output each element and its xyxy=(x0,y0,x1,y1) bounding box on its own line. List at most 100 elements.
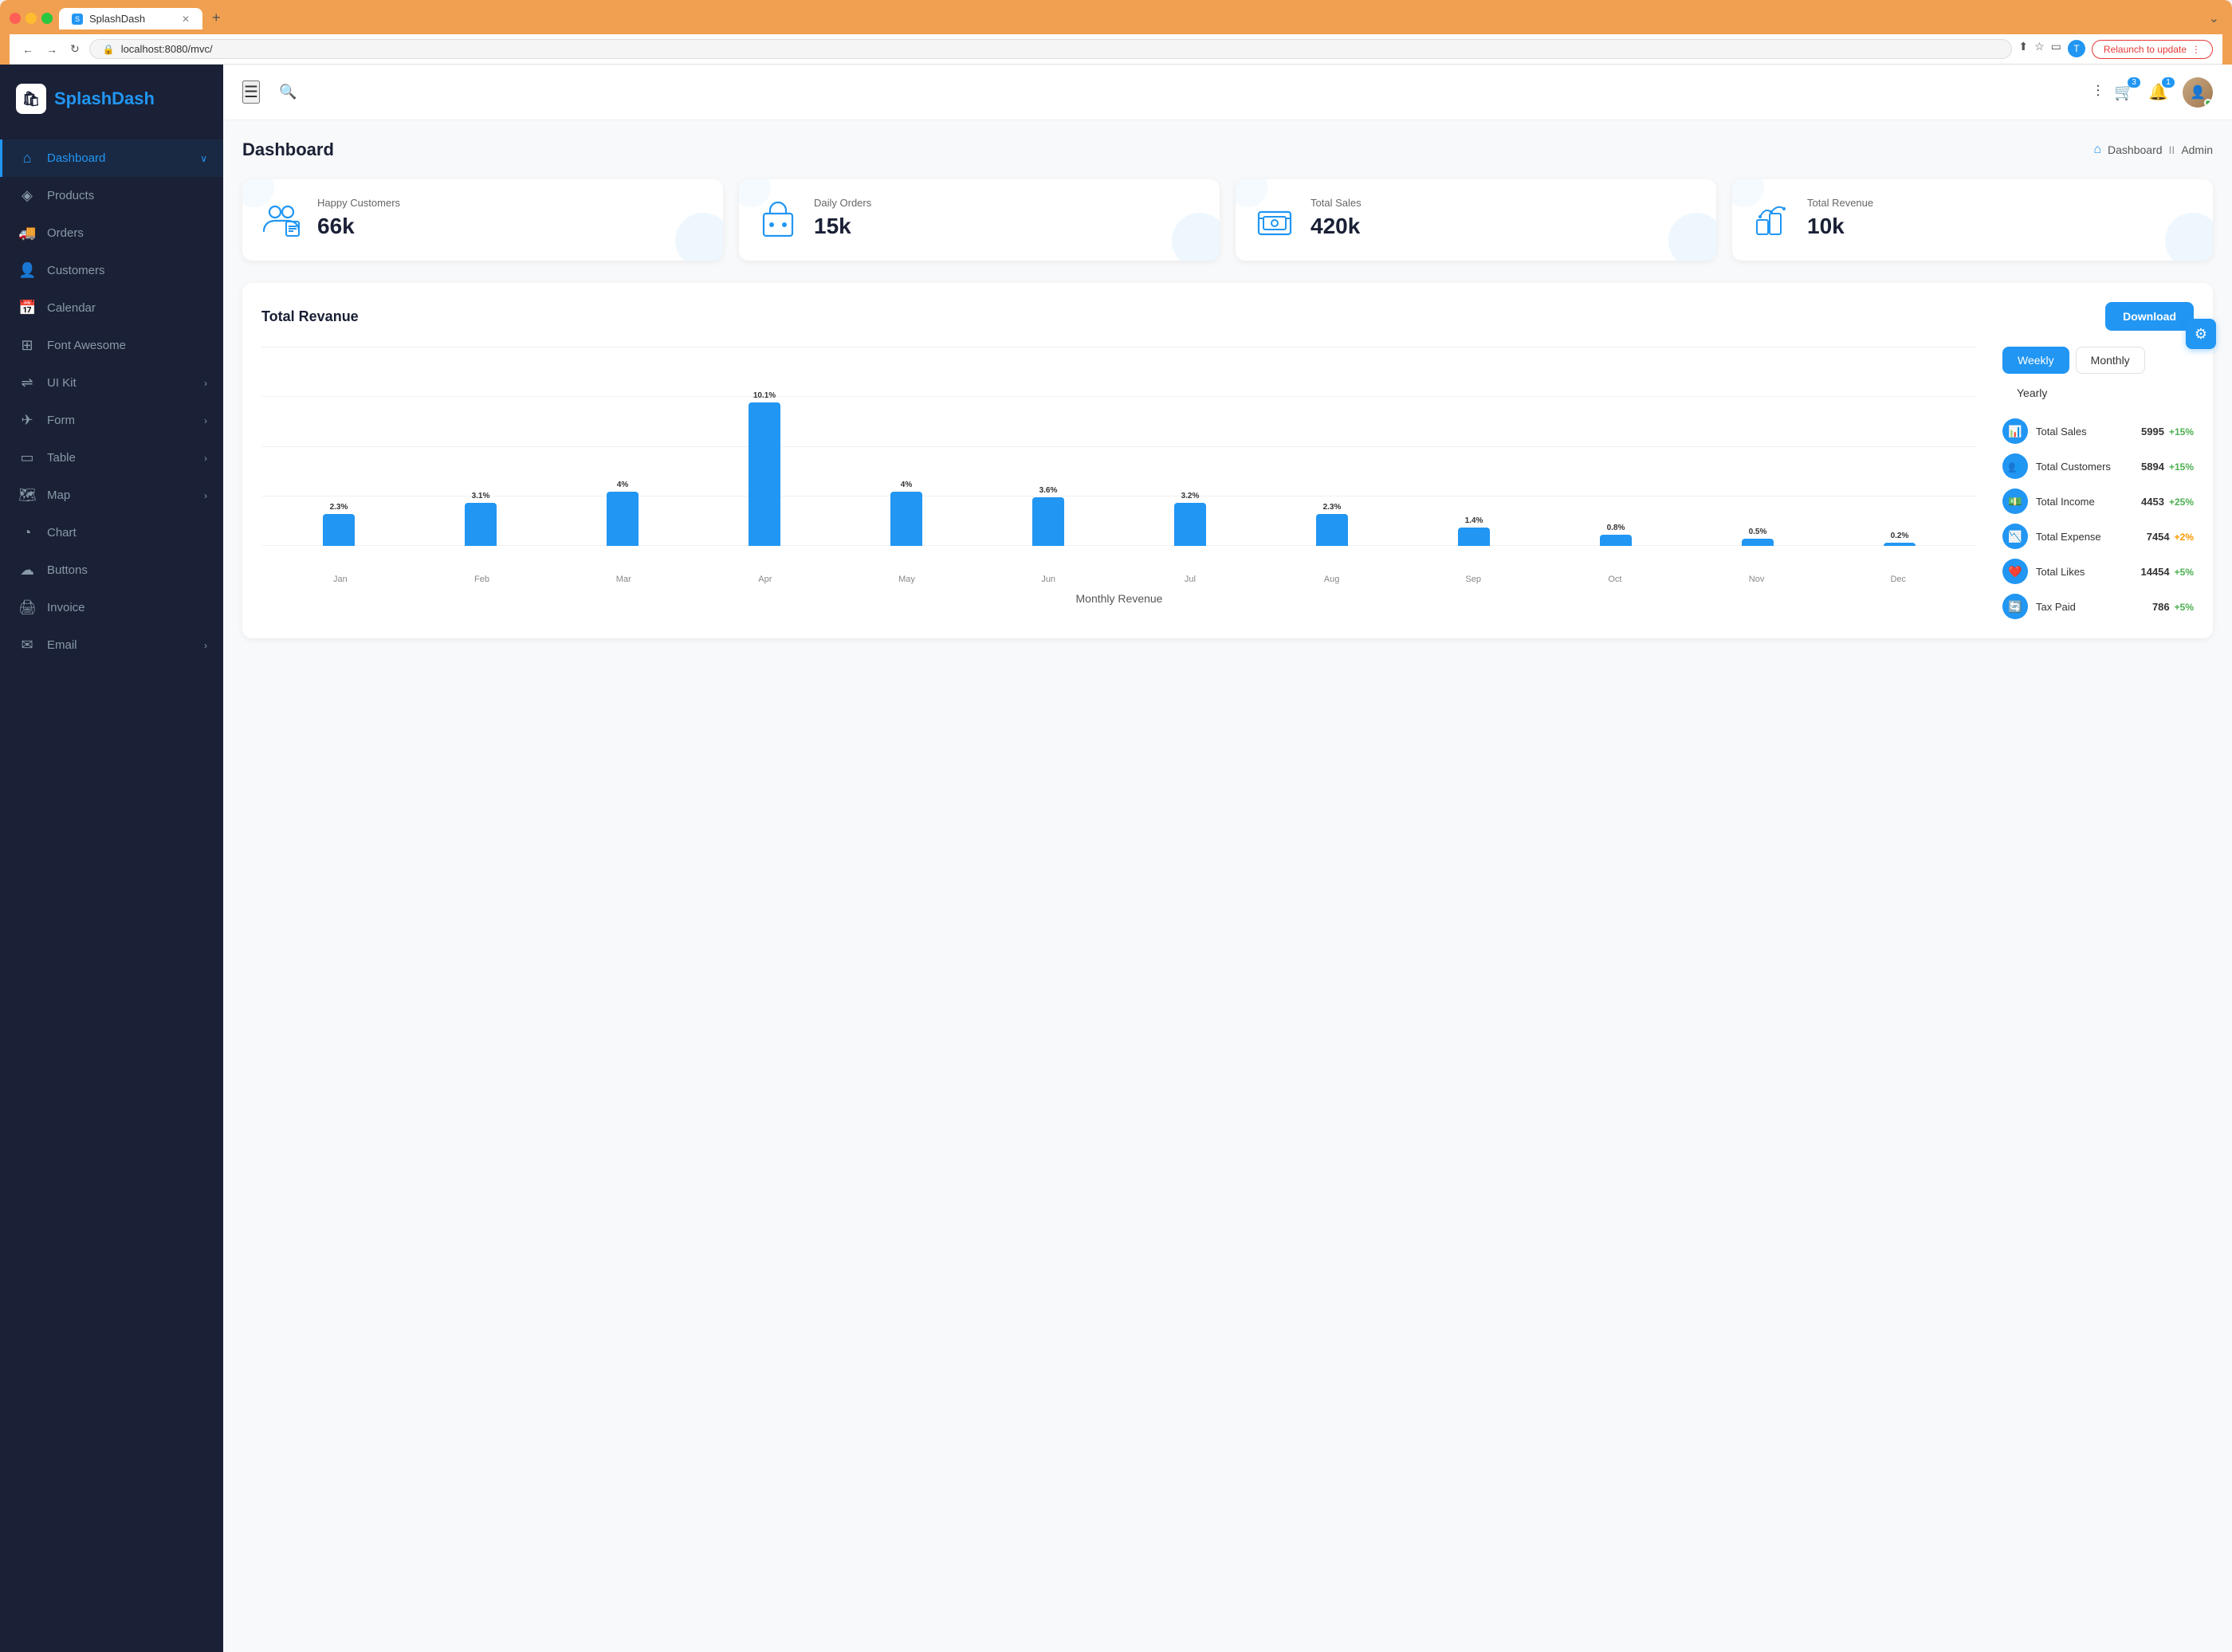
bar[interactable] xyxy=(1458,528,1490,546)
notification-button[interactable]: 🔔 1 xyxy=(2148,82,2168,102)
tax-paid-icon: 🔄 xyxy=(2002,594,2028,619)
url-input[interactable]: 🔒 localhost:8080/mvc/ xyxy=(89,39,2013,59)
total-income-icon: 💵 xyxy=(2002,489,2028,514)
sidebar-toggle-icon[interactable]: ▭ xyxy=(2051,40,2061,59)
bar-group: 4% xyxy=(837,347,976,546)
bar-group: 0.2% xyxy=(1830,347,1969,546)
month-label: Jun xyxy=(977,575,1119,584)
download-button[interactable]: Download xyxy=(2105,302,2194,331)
total-sales-icon: 📊 xyxy=(2002,418,2028,444)
total-sales-change: +15% xyxy=(2169,426,2194,438)
relaunch-to-update-button[interactable]: Relaunch to update ⋮ xyxy=(2092,40,2213,59)
sidebar-item-label: Font Awesome xyxy=(47,339,126,352)
chevron-right-icon: › xyxy=(204,640,207,651)
share-icon[interactable]: ⬆ xyxy=(2018,40,2028,59)
sidebar-nav: ⌂ Dashboard ∨ ◈ Products 🚚 Orders 👤 Cust… xyxy=(0,133,223,1652)
sidebar-item-font-awesome[interactable]: ⊞ Font Awesome xyxy=(0,327,223,364)
sidebar-item-label: Invoice xyxy=(47,601,85,614)
avatar[interactable]: 👤 xyxy=(2183,77,2213,108)
happy-customers-value: 66k xyxy=(317,214,707,239)
tab-yearly[interactable]: Yearly xyxy=(2002,380,2061,406)
chevron-down-icon[interactable]: ⌄ xyxy=(2206,7,2222,29)
notification-badge: 1 xyxy=(2162,77,2175,88)
close-window-button[interactable] xyxy=(10,13,21,24)
stat-card-daily-orders: Daily Orders 15k xyxy=(739,179,1220,261)
cart-button[interactable]: 🛒 3 xyxy=(2114,82,2134,102)
stat-list-item: 💵Total Income4453+25% xyxy=(2002,489,2194,514)
stat-list-item: 📉Total Expense7454+2% xyxy=(2002,524,2194,549)
daily-orders-info: Daily Orders 15k xyxy=(814,197,1204,239)
tab-monthly[interactable]: Monthly xyxy=(2076,347,2145,374)
new-tab-button[interactable]: + xyxy=(206,6,227,29)
sidebar-item-dashboard[interactable]: ⌂ Dashboard ∨ xyxy=(0,139,223,177)
maximize-window-button[interactable] xyxy=(41,13,53,24)
sidebar-item-label: Calendar xyxy=(47,301,96,315)
stat-list-item: 👥Total Customers5894+15% xyxy=(2002,453,2194,479)
reload-button[interactable]: ↻ xyxy=(67,41,83,57)
happy-customers-info: Happy Customers 66k xyxy=(317,197,707,239)
bar-value: 3.6% xyxy=(1039,486,1058,495)
filter-button[interactable]: ⫶ xyxy=(2096,83,2100,101)
bar-value: 1.4% xyxy=(1465,516,1483,525)
bar-value: 0.2% xyxy=(1891,532,1909,540)
lock-icon: 🔒 xyxy=(103,44,115,55)
sidebar-item-label: Buttons xyxy=(47,563,88,577)
bar[interactable] xyxy=(1174,503,1206,546)
app-container: 🛍 SplashDash ⌂ Dashboard ∨ ◈ Products 🚚 … xyxy=(0,65,2232,1652)
bar-group: 3.6% xyxy=(979,347,1118,546)
map-icon: 🗺 xyxy=(18,487,36,504)
menu-toggle-button[interactable]: ☰ xyxy=(242,80,260,104)
bar-value: 2.3% xyxy=(1323,503,1342,512)
sidebar-item-customers[interactable]: 👤 Customers xyxy=(0,252,223,289)
bar[interactable] xyxy=(465,503,497,546)
home-breadcrumb-icon: ⌂ xyxy=(2093,143,2101,157)
bookmark-icon[interactable]: ☆ xyxy=(2034,40,2045,59)
bar[interactable] xyxy=(607,492,639,546)
sidebar-item-chart[interactable]: ◔ Chart xyxy=(0,514,223,551)
bar-group: 4% xyxy=(553,347,692,546)
bar-value: 0.5% xyxy=(1749,528,1767,536)
close-tab-button[interactable]: ✕ xyxy=(182,14,190,25)
bar[interactable] xyxy=(1316,514,1348,546)
chevron-right-icon: › xyxy=(204,490,207,501)
bar[interactable] xyxy=(1742,539,1774,546)
browser-tab[interactable]: S SplashDash ✕ xyxy=(59,8,202,29)
back-button[interactable]: ← xyxy=(19,41,37,57)
total-sales-info: Total Sales 420k xyxy=(1311,197,1700,239)
sidebar-item-products[interactable]: ◈ Products xyxy=(0,177,223,214)
month-label: May xyxy=(836,575,978,584)
top-header: ☰ 🔍 ⫶ 🛒 3 🔔 1 👤 xyxy=(223,65,2232,120)
total-expense-value: 7454+2% xyxy=(2147,531,2194,543)
sidebar-item-label: UI Kit xyxy=(47,376,77,390)
bar[interactable] xyxy=(1600,535,1632,546)
bar[interactable] xyxy=(749,402,780,546)
search-button[interactable]: 🔍 xyxy=(279,84,297,100)
minimize-window-button[interactable] xyxy=(26,13,37,24)
forward-button[interactable]: → xyxy=(43,41,61,57)
bar-value: 2.3% xyxy=(330,503,348,512)
tab-weekly[interactable]: Weekly xyxy=(2002,347,2069,374)
sidebar-item-ui-kit[interactable]: ⇌ UI Kit › xyxy=(0,364,223,402)
sidebar-item-calendar[interactable]: 📅 Calendar xyxy=(0,289,223,327)
sidebar-item-buttons[interactable]: ☁ Buttons xyxy=(0,551,223,589)
month-label: Aug xyxy=(1261,575,1403,584)
total-expense-change: +2% xyxy=(2175,532,2194,543)
sidebar-item-label: Table xyxy=(47,451,76,465)
period-tabs: Weekly Monthly Yearly xyxy=(2002,347,2194,406)
sidebar-item-email[interactable]: ✉ Email › xyxy=(0,626,223,664)
sidebar-item-orders[interactable]: 🚚 Orders xyxy=(0,214,223,252)
bar[interactable] xyxy=(1032,497,1064,546)
sidebar-item-map[interactable]: 🗺 Map › xyxy=(0,477,223,514)
bar[interactable] xyxy=(890,492,922,546)
sidebar-item-form[interactable]: ✈ Form › xyxy=(0,402,223,439)
settings-gear-button[interactable]: ⚙ xyxy=(2186,319,2216,349)
bar[interactable] xyxy=(1884,543,1916,546)
chevron-right-icon: › xyxy=(204,415,207,426)
sidebar-item-invoice[interactable]: 🖨 Invoice xyxy=(0,589,223,626)
bar-chart: 2.3%3.1%4%10.1%4%3.6%3.2%2.3%1.4%0.8%0.5… xyxy=(261,347,1977,570)
sidebar-item-table[interactable]: ▭ Table › xyxy=(0,439,223,477)
browser-chrome: S SplashDash ✕ + ⌄ ← → ↻ 🔒 localhost:808… xyxy=(0,0,2232,65)
bar[interactable] xyxy=(323,514,355,546)
profile-icon[interactable]: T xyxy=(2068,40,2085,57)
tax-paid-change: +5% xyxy=(2175,602,2194,613)
